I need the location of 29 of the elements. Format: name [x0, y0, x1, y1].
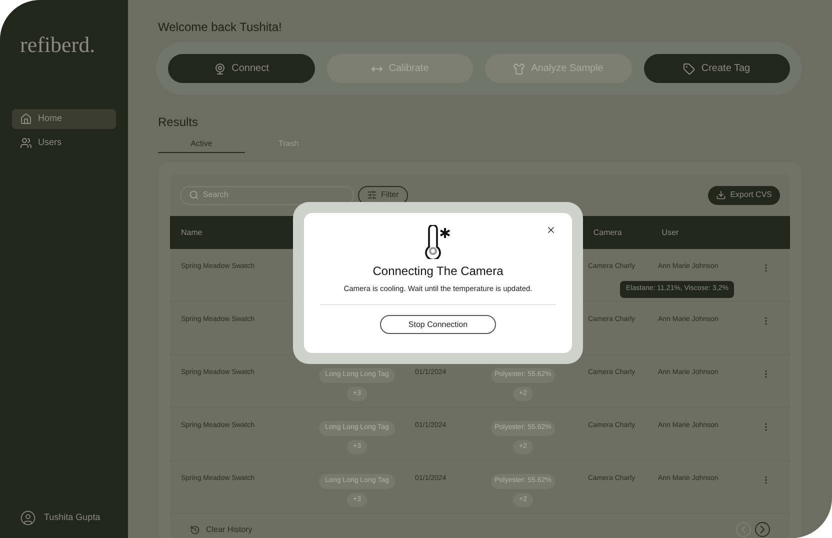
export-button[interactable]: Export CVS — [708, 186, 780, 204]
users-icon — [20, 137, 32, 149]
webcam-icon — [214, 62, 226, 74]
section-title: Results — [158, 114, 200, 131]
column-header: User — [662, 226, 679, 238]
sliders-icon — [367, 190, 377, 200]
tab[interactable]: Active — [158, 135, 245, 153]
home-icon — [20, 113, 32, 125]
logo: refiberd. — [20, 31, 96, 59]
history-icon — [190, 524, 200, 534]
stop-connection-button[interactable]: Stop Connection — [380, 315, 496, 334]
greeting: Welcome back Tushita! — [158, 19, 283, 36]
column-header: Camera — [593, 226, 622, 238]
action-button[interactable]: Create Tag — [644, 54, 790, 83]
tag-icon — [683, 62, 696, 74]
clear-history-button[interactable]: Clear History — [190, 524, 252, 536]
close-icon[interactable] — [546, 225, 556, 235]
search-icon — [189, 190, 199, 200]
user-name: Tushita Gupta — [44, 511, 100, 524]
action-button[interactable]: Connect — [168, 54, 314, 83]
thermometer-icon — [423, 225, 453, 259]
shirt-icon — [513, 62, 526, 74]
column-header: Name — [181, 226, 202, 238]
next-button[interactable] — [755, 522, 770, 537]
sidebar-item[interactable]: Home — [12, 109, 116, 129]
sidebar-item[interactable]: Users — [12, 133, 116, 153]
download-icon — [716, 190, 726, 200]
avatar-icon — [20, 510, 36, 526]
dialog-title: Connecting The Camera — [372, 263, 504, 280]
